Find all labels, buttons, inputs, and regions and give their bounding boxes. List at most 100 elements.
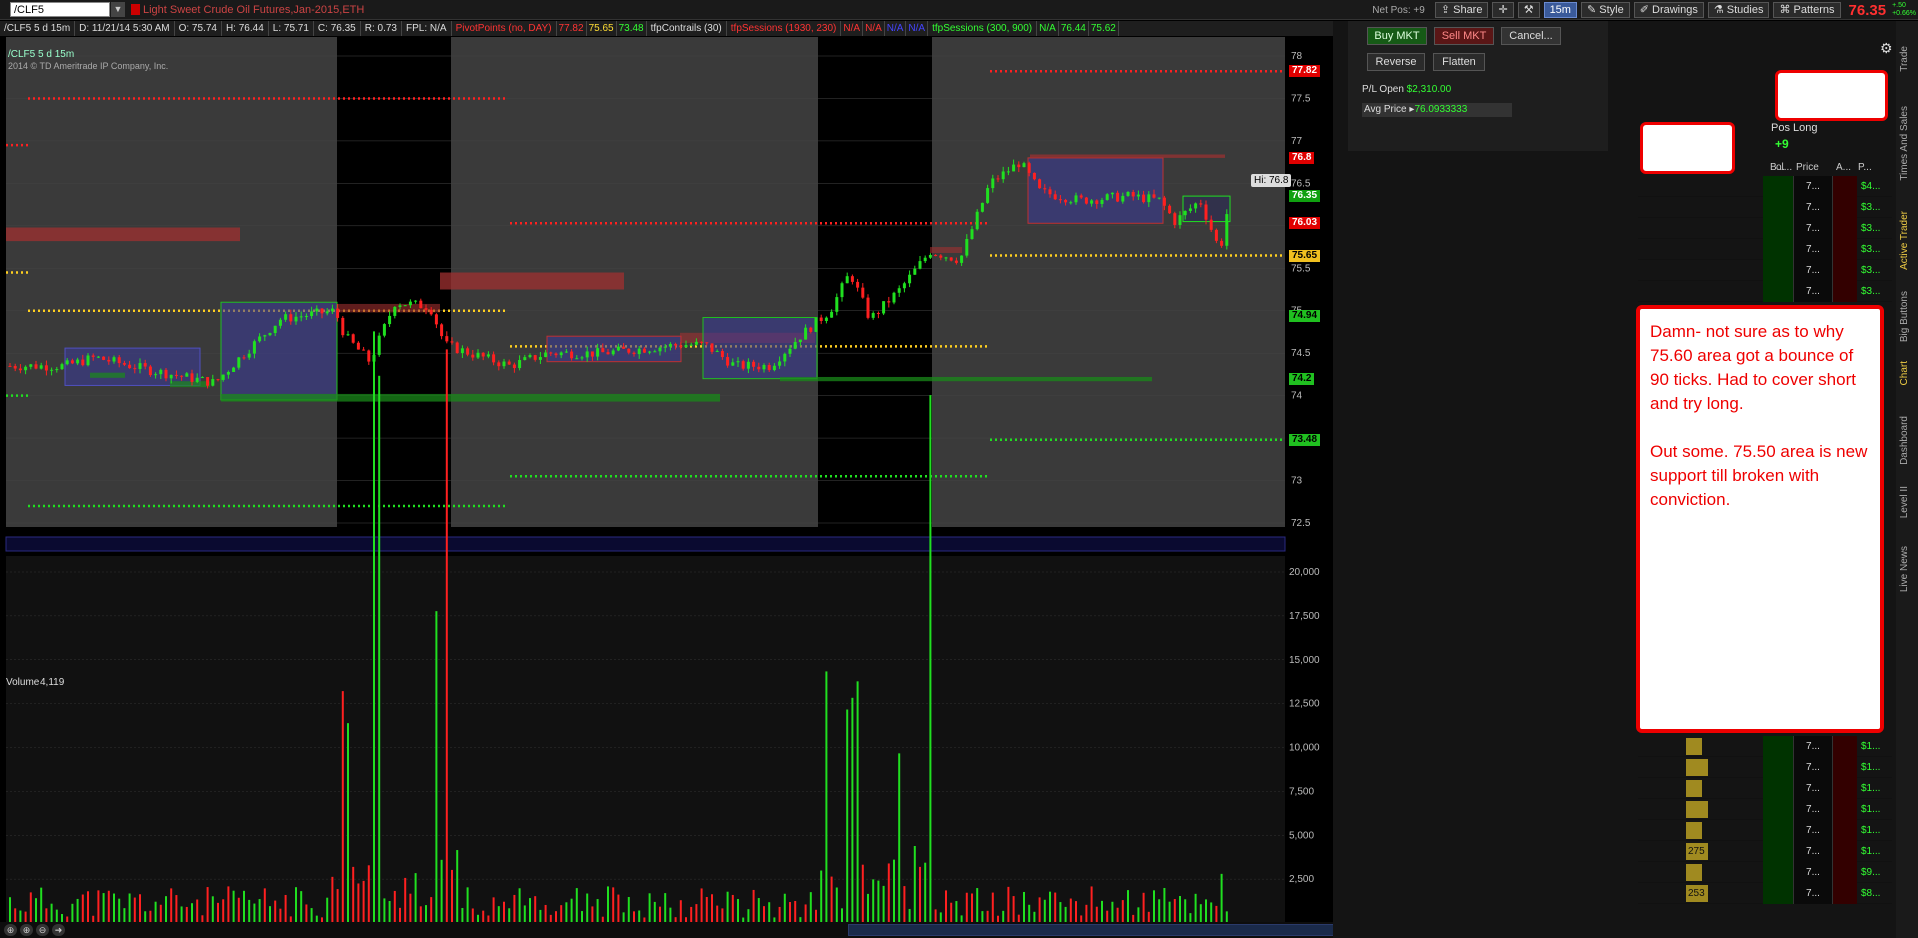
ladder-price-cell[interactable]: 7... (1793, 176, 1833, 197)
ladder-bid-cell[interactable] (1763, 736, 1793, 757)
ladder-bid-cell[interactable] (1763, 239, 1793, 260)
demand-zone-1 (221, 393, 720, 402)
symbol-dropdown-icon[interactable]: ▼ (111, 2, 125, 17)
cancel-button[interactable]: Cancel... (1501, 27, 1561, 45)
ladder-ask-cell[interactable] (1833, 260, 1857, 281)
ladder-row[interactable]: 7... $1... (1638, 757, 1892, 778)
ladder-bid-cell[interactable] (1763, 778, 1793, 799)
sell-market-button[interactable]: Sell MKT (1434, 27, 1494, 45)
ladder-row[interactable]: 253 7... $8... (1638, 883, 1892, 904)
price-chart-canvas[interactable]: 7877.57776.57675.57574.57473.57372.520,0… (0, 21, 1333, 938)
zoom-in-icon[interactable]: ⊕ (20, 924, 33, 936)
ladder-price-cell[interactable]: 7... (1793, 757, 1833, 778)
ladder-ask-cell[interactable] (1833, 218, 1857, 239)
candle-body (892, 292, 896, 303)
gear-icon[interactable]: ⚙ (1880, 40, 1893, 57)
ladder-row[interactable]: 7... $9... (1638, 862, 1892, 883)
ladder-bid-cell[interactable] (1763, 218, 1793, 239)
symbol-input[interactable]: /CLF5 (10, 2, 110, 17)
reverse-button[interactable]: Reverse (1367, 53, 1425, 71)
ladder-bid-cell[interactable] (1763, 176, 1793, 197)
ladder-price-cell[interactable]: 7... (1793, 799, 1833, 820)
ladder-row[interactable]: 7... $1... (1638, 778, 1892, 799)
side-tab-big-buttons[interactable]: Big Buttons (1899, 291, 1910, 342)
ladder-bid-cell[interactable] (1763, 197, 1793, 218)
drawings-button[interactable]: ✐ Drawings (1633, 2, 1704, 18)
wrench-icon[interactable]: ⚒ (1517, 2, 1540, 18)
volume-bar (440, 859, 443, 923)
ladder-bid-cell[interactable] (1763, 260, 1793, 281)
buy-market-button[interactable]: Buy MKT (1367, 27, 1427, 45)
ladder-row[interactable]: 7... $1... (1638, 820, 1892, 841)
ladder-header-bid[interactable]: B... (1770, 160, 1785, 176)
ladder-bid-cell[interactable] (1763, 883, 1793, 904)
ladder-price-cell[interactable]: 7... (1793, 281, 1833, 302)
scroll-right-icon[interactable]: ➜ (52, 924, 65, 936)
chart-area[interactable]: /CLF5 5 d 15m D: 11/21/14 5:30 AM O: 75.… (0, 21, 1333, 938)
ladder-price-cell[interactable]: 7... (1793, 218, 1833, 239)
ladder-row[interactable]: 7... $3... (1638, 260, 1892, 281)
ladder-ask-cell[interactable] (1833, 736, 1857, 757)
ladder-price-cell[interactable]: 7... (1793, 239, 1833, 260)
ladder-ask-cell[interactable] (1833, 820, 1857, 841)
ladder-row[interactable]: 7... $1... (1638, 799, 1892, 820)
ladder-bid-cell[interactable] (1763, 862, 1793, 883)
ladder-header-ask[interactable]: A... (1836, 160, 1851, 176)
ladder-price-cell[interactable]: 7... (1793, 841, 1833, 862)
volume-bar (1064, 906, 1067, 923)
side-tab-dashboard[interactable]: Dashboard (1899, 416, 1910, 465)
ladder-row[interactable]: 7... $3... (1638, 281, 1892, 302)
zoom-out-icon[interactable]: ⊖ (36, 924, 49, 936)
side-tab-times-and-sales[interactable]: Times And Sales (1899, 106, 1910, 181)
ladder-row[interactable]: 7... $3... (1638, 239, 1892, 260)
ladder-bid-cell[interactable] (1763, 841, 1793, 862)
timeframe-button[interactable]: 15m (1543, 2, 1577, 18)
ladder-price-cell[interactable]: 7... (1793, 820, 1833, 841)
ladder-ask-cell[interactable] (1833, 239, 1857, 260)
avg-price: Avg Price ▸76.0933333 (1362, 103, 1512, 117)
side-tab-chart[interactable]: Chart (1899, 361, 1910, 385)
ladder-row[interactable]: 7... $3... (1638, 218, 1892, 239)
studies-button[interactable]: ⚗ Studies (1707, 2, 1770, 18)
flatten-button[interactable]: Flatten (1433, 53, 1485, 71)
side-tab-live-news[interactable]: Live News (1899, 546, 1910, 592)
volume-bar (794, 900, 797, 923)
ladder-ask-cell[interactable] (1833, 757, 1857, 778)
ladder-bid-cell[interactable] (1763, 820, 1793, 841)
ladder-price-cell[interactable]: 7... (1793, 778, 1833, 799)
volume-bar (908, 908, 911, 923)
share-button[interactable]: ⇪ Share (1434, 2, 1489, 18)
ladder-bid-cell[interactable] (1763, 757, 1793, 778)
ladder-header-pl[interactable]: P... (1858, 160, 1872, 176)
ladder-ask-cell[interactable] (1833, 883, 1857, 904)
ladder-row[interactable]: 275 7... $1... (1638, 841, 1892, 862)
ladder-ask-cell[interactable] (1833, 281, 1857, 302)
ladder-price-cell[interactable]: 7... (1793, 883, 1833, 904)
side-tab-trade[interactable]: Trade (1899, 46, 1910, 72)
ladder-price-cell[interactable]: 7... (1793, 197, 1833, 218)
candle-body (190, 373, 194, 382)
patterns-button[interactable]: ⌘ Patterns (1773, 2, 1841, 18)
ladder-row[interactable]: 7... $1... (1638, 736, 1892, 757)
pan-icon[interactable]: ⊕ (4, 924, 17, 936)
volume-tick-label: 15,000 (1289, 655, 1320, 666)
ladder-ask-cell[interactable] (1833, 176, 1857, 197)
ladder-ask-cell[interactable] (1833, 799, 1857, 820)
ladder-bid-cell[interactable] (1763, 799, 1793, 820)
ladder-price-cell[interactable]: 7... (1793, 260, 1833, 281)
ladder-ask-cell[interactable] (1833, 841, 1857, 862)
side-tab-active-trader[interactable]: Active Trader (1899, 211, 1910, 270)
ladder-price-cell[interactable]: 7... (1793, 736, 1833, 757)
side-tab-level-ii[interactable]: Level II (1899, 486, 1910, 518)
ladder-row[interactable]: 7... $4... (1638, 176, 1892, 197)
style-button[interactable]: ✎ Style (1580, 2, 1630, 18)
ladder-price-cell[interactable]: 7... (1793, 862, 1833, 883)
ladder-bid-cell[interactable] (1763, 281, 1793, 302)
crosshair-icon[interactable]: ✛ (1492, 2, 1514, 18)
ladder-row[interactable]: 7... $3... (1638, 197, 1892, 218)
ladder-ask-cell[interactable] (1833, 778, 1857, 799)
ladder-header-price[interactable]: Price (1796, 160, 1819, 176)
ladder-ask-cell[interactable] (1833, 197, 1857, 218)
ladder-ask-cell[interactable] (1833, 862, 1857, 883)
candle-body (1079, 195, 1083, 198)
